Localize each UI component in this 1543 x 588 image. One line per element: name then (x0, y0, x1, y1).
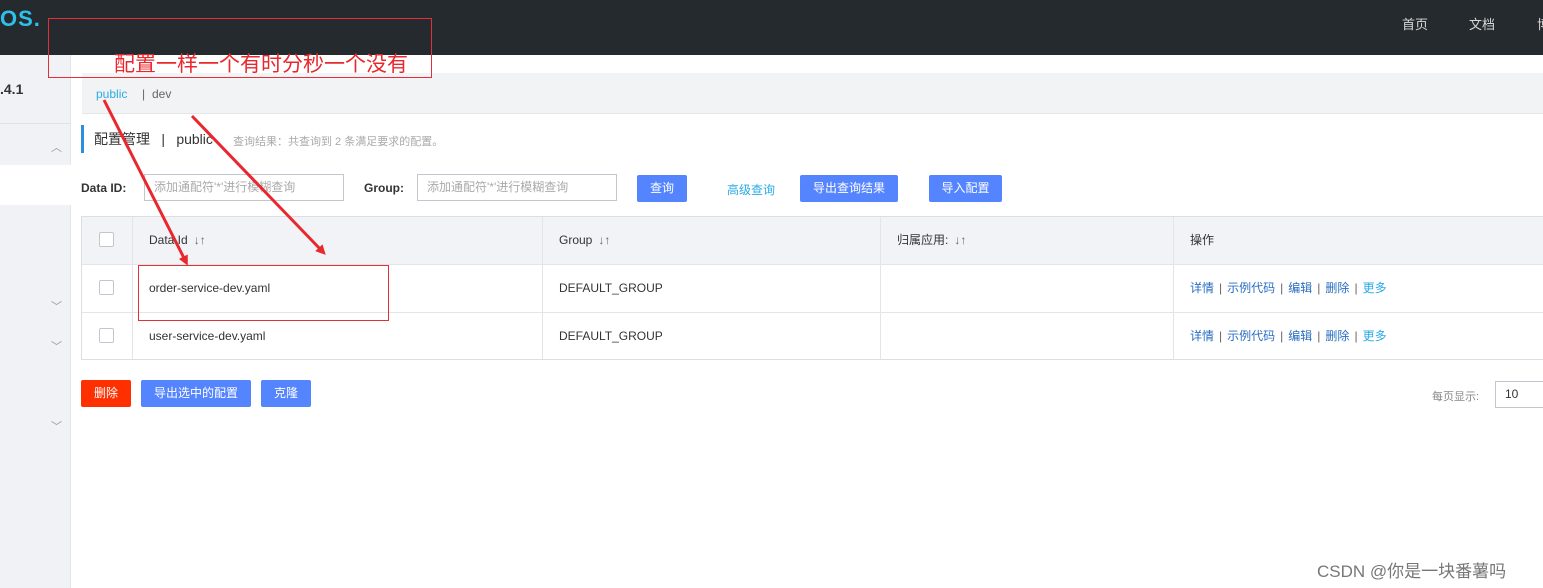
arrow-right (190, 114, 326, 255)
arrow-left (102, 99, 188, 266)
csdn-watermark: CSDN @你是一块番薯吗 (1317, 562, 1507, 581)
annotation-arrows (102, 99, 326, 266)
